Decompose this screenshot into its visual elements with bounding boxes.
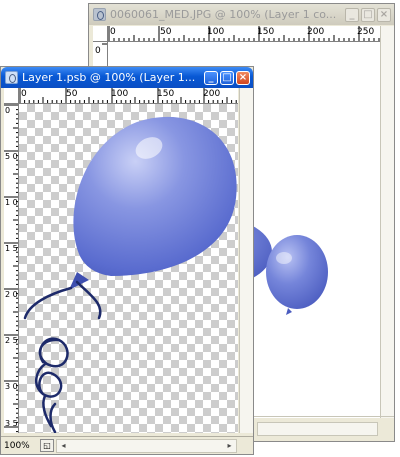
back-window-title: 0060061_MED.JPG @ 100% (Layer 1 co...: [110, 8, 337, 21]
ruler-label: 0: [5, 106, 10, 115]
vertical-scrollbar[interactable]: [380, 26, 394, 418]
document-icon: [5, 71, 18, 84]
ruler-label: 0: [95, 46, 101, 56]
maximize-button[interactable]: □: [361, 7, 375, 22]
horizontal-scrollbar[interactable]: [257, 422, 378, 436]
front-canvas[interactable]: [19, 104, 238, 433]
ruler-corner: [4, 88, 19, 104]
navigator-icon[interactable]: ◱: [40, 439, 54, 452]
scroll-left-icon[interactable]: ◂: [57, 440, 70, 452]
horizontal-scrollbar[interactable]: ◂ ▸: [56, 438, 237, 453]
vertical-ruler: 0 5 0 1 0 0 1 5 0 2 0 0 2 5 0 3 0 0 3 5: [4, 104, 19, 433]
ruler-label: 150: [157, 89, 174, 99]
scroll-right-icon[interactable]: ▸: [223, 440, 236, 452]
ruler-label: 5 0: [5, 152, 18, 161]
ruler-label: 250: [357, 27, 374, 37]
front-window-title: Layer 1.psb @ 100% (Layer 1...: [22, 71, 196, 84]
small-balloon-shape: [266, 235, 328, 309]
front-document-window[interactable]: Layer 1.psb @ 100% (Layer 1... _ □ × 0 5…: [0, 66, 254, 455]
ruler-label: 3 0 0: [5, 382, 19, 391]
ruler-label: 2 0 0: [5, 290, 19, 299]
ruler-label: 0: [110, 27, 116, 37]
ruler-label: 0: [21, 89, 27, 99]
ruler-label: 150: [257, 27, 274, 37]
horizontal-ruler: 0 50 100 150 200: [19, 88, 238, 104]
horizontal-ruler: 0 50 100 150 200 250: [108, 26, 387, 42]
ribbon-curls: [23, 280, 102, 433]
vertical-scrollbar[interactable]: [239, 88, 253, 433]
ruler-label: 2 5 0: [5, 336, 19, 345]
ruler-label: 100: [111, 89, 128, 99]
ruler-label: 1 0 0: [5, 198, 19, 207]
ruler-ticks: 0 5 0 1 0 0 1 5 0 2 0 0 2 5 0 3 0 0 3 5: [4, 104, 19, 433]
ruler-ticks: 0 50 100 150 200: [19, 88, 237, 103]
minimize-button[interactable]: _: [345, 7, 359, 22]
zoom-level[interactable]: 100%: [1, 441, 40, 451]
close-button[interactable]: ×: [377, 7, 391, 22]
ruler-label: 50: [66, 89, 78, 99]
close-button[interactable]: ×: [236, 70, 250, 85]
balloon-artwork: [23, 116, 237, 433]
ruler-ticks: 0 50 100 150 200 250: [108, 26, 385, 41]
ruler-label: 100: [207, 27, 224, 37]
ruler-label: 200: [203, 89, 220, 99]
ruler-label: 1 5 0: [5, 244, 19, 253]
ruler-label: 3 5: [5, 419, 18, 428]
back-title-bar[interactable]: 0060061_MED.JPG @ 100% (Layer 1 co... _ …: [89, 4, 394, 25]
ruler-label: 50: [160, 27, 172, 37]
minimize-button[interactable]: _: [204, 70, 218, 85]
ruler-corner: [93, 26, 108, 42]
document-icon: [93, 8, 106, 21]
front-title-bar[interactable]: Layer 1.psb @ 100% (Layer 1... _ □ ×: [1, 67, 253, 88]
maximize-button[interactable]: □: [220, 70, 234, 85]
ruler-label: 200: [307, 27, 324, 37]
status-bar: 100% ◱ ◂ ▸: [1, 436, 253, 454]
